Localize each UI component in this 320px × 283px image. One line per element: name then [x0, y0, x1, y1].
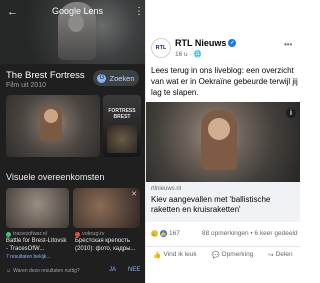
page-name-row[interactable]: RTL Nieuws ✓: [175, 38, 237, 48]
result-title[interactable]: The Brest Fortress: [6, 70, 85, 81]
visual-match-image-1[interactable]: [6, 188, 69, 228]
comment-icon: 💬: [211, 251, 220, 259]
post-text: Lees terug in ons liveblog: een overzich…: [151, 66, 298, 97]
result-subtitle: Film uit 2010: [6, 82, 47, 89]
feedback-prompt: ☺ Waren deze resultaten nuttig?: [6, 268, 80, 274]
share-label: Delen: [275, 251, 293, 258]
page-avatar[interactable]: RTL: [151, 38, 171, 58]
feedback-icon: ☺: [6, 268, 12, 274]
like-button[interactable]: 👍 Vind ik leuk: [153, 251, 196, 259]
info-icon[interactable]: i: [286, 108, 296, 118]
google-icon: G: [97, 73, 107, 83]
comment-button[interactable]: 💬 Opmerking: [211, 251, 253, 259]
post-actions: 👍 Vind ik leuk 💬 Opmerking ↪ Delen: [146, 246, 300, 262]
share-button[interactable]: ↪ Delen: [268, 251, 292, 259]
thumbs-up-icon: 👍: [153, 251, 162, 259]
like-reaction-icon: 👍: [160, 230, 167, 237]
visual-match-image-2[interactable]: ✕: [73, 188, 140, 228]
site-favicon-icon: [6, 231, 11, 237]
share-icon: ↪: [268, 251, 274, 259]
visual-match-caption-1[interactable]: Battle for Brest-Litovsk - TracesOfW...: [6, 238, 70, 253]
more-options-icon[interactable]: ⋮: [134, 6, 144, 17]
like-label: Vind ik leuk: [163, 251, 197, 258]
image-face: [208, 118, 230, 140]
site-favicon-icon: [75, 231, 80, 237]
poster-text: FORTRESS BREST: [108, 108, 136, 120]
image-face: [44, 109, 58, 123]
google-lens-panel: ← Google Lens ⋮ The Brest Fortress Film …: [0, 0, 146, 283]
visual-match-caption-2[interactable]: Брестская крепость (2010): фото, кадры..…: [75, 238, 139, 253]
source-label: vokrug.tv: [82, 231, 105, 237]
visual-match-source-1: tracesofwar.nl: [6, 231, 47, 237]
visual-match-source-2: vokrug.tv: [75, 231, 104, 237]
lens-header-label: Google Lens: [52, 6, 104, 16]
comment-label: Opmerking: [221, 251, 254, 258]
link-headline[interactable]: Kiev aangevallen met 'ballistische raket…: [151, 195, 297, 216]
comments-shares-count[interactable]: 88 opmerkingen • 6 keer gedeeld: [202, 230, 298, 237]
post-time: 16 u · 🌐: [175, 50, 202, 58]
query-face: [68, 14, 84, 32]
reactions-summary[interactable]: 😢 👍 167: [151, 230, 180, 237]
visual-match-subcaption-1[interactable]: 7 resultaten bekijk...: [6, 254, 50, 260]
page-name: RTL Nieuws: [175, 38, 227, 48]
visual-matches-title: Visuele overeenkomsten: [6, 172, 105, 182]
post-time-label: 16 u ·: [175, 51, 194, 58]
source-label: tracesofwar.nl: [13, 231, 47, 237]
feedback-no-button[interactable]: NEE: [128, 267, 140, 273]
close-icon[interactable]: ✕: [131, 190, 137, 198]
globe-icon: 🌐: [193, 51, 202, 58]
link-domain: rtlnieuws.nl: [151, 186, 182, 192]
result-image-poster[interactable]: FORTRESS BREST: [103, 95, 141, 157]
result-image-main[interactable]: [6, 95, 100, 157]
poster-art: [107, 125, 137, 153]
back-arrow-icon[interactable]: ←: [7, 6, 18, 18]
post-options-icon[interactable]: •••: [284, 40, 292, 49]
verified-badge-icon: ✓: [228, 39, 237, 47]
facebook-post: RTL RTL Nieuws ✓ 16 u · 🌐 ••• Lees terug…: [146, 0, 300, 283]
reaction-count: 167: [169, 230, 180, 237]
search-button[interactable]: G Zoeken: [93, 70, 139, 86]
feedback-question: Waren deze resultaten nuttig?: [13, 268, 80, 274]
post-image[interactable]: [146, 102, 300, 182]
feedback-yes-button[interactable]: JA: [109, 267, 116, 273]
search-button-label: Zoeken: [109, 73, 135, 83]
sad-reaction-icon: 😢: [151, 230, 158, 237]
